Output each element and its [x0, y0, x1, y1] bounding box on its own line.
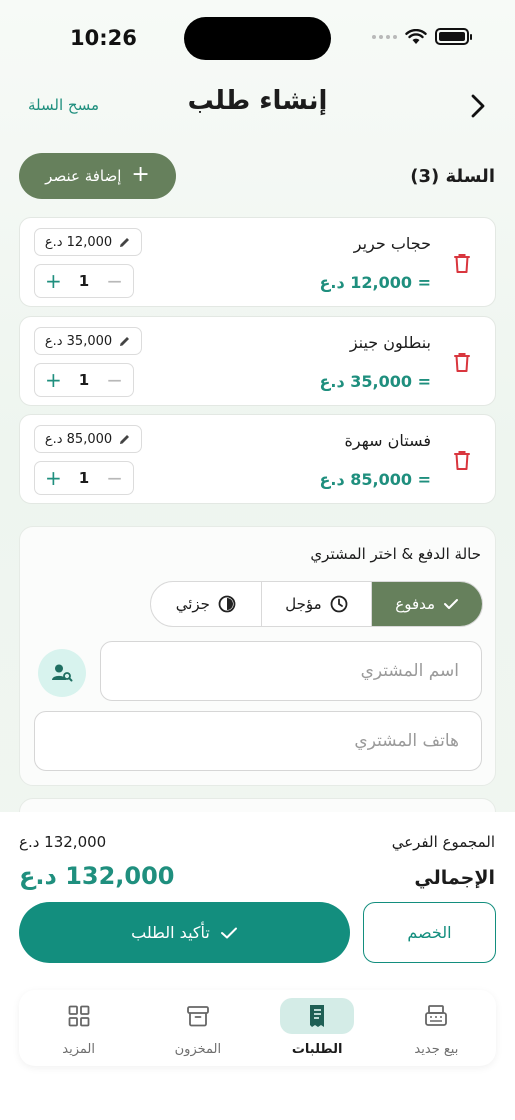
item-name: فستان سهرة — [344, 431, 431, 450]
quantity-stepper: + 1 − — [34, 363, 134, 397]
item-price-edit[interactable]: 12,000 د.ع — [34, 228, 142, 256]
item-price: 35,000 د.ع — [44, 333, 113, 349]
decrease-button[interactable]: − — [106, 368, 123, 392]
buyer-phone-input[interactable]: هاتف المشتري — [34, 711, 482, 771]
total-label: الإجمالي — [414, 867, 495, 889]
option-partial[interactable]: جزئي — [151, 582, 261, 626]
user-search-icon — [52, 664, 73, 682]
item-total: = 35,000 د.ع — [319, 372, 431, 391]
cart-item: فستان سهرة = 85,000 د.ع 85,000 د.ع + 1 − — [19, 414, 496, 504]
item-total: = 85,000 د.ع — [319, 470, 431, 489]
archive-box-icon — [186, 1006, 209, 1027]
decrease-button[interactable]: − — [106, 269, 123, 293]
increase-button[interactable]: + — [45, 368, 62, 392]
tab-inventory[interactable]: المخزون — [138, 990, 257, 1066]
option-deferred[interactable]: مؤجل — [260, 582, 372, 626]
decrease-button[interactable]: − — [106, 466, 123, 490]
quantity-value: 1 — [78, 371, 90, 389]
add-item-label: إضافة عنصر — [45, 167, 122, 185]
item-price-edit[interactable]: 35,000 د.ع — [34, 327, 142, 355]
add-item-button[interactable]: + إضافة عنصر — [19, 153, 176, 199]
item-total: = 12,000 د.ع — [319, 273, 431, 292]
option-label: جزئي — [175, 595, 210, 613]
payment-card: حالة الدفع & اختر المشتري مدفوع مؤجل جزئ… — [19, 526, 496, 786]
grid-icon — [68, 1005, 90, 1027]
tab-label: الطلبات — [291, 1042, 343, 1057]
plus-icon: + — [131, 162, 150, 187]
signal-icon — [372, 34, 397, 39]
tab-orders[interactable]: الطلبات — [258, 990, 377, 1066]
discount-button[interactable]: الخصم — [363, 902, 496, 963]
clock-icon — [330, 595, 348, 613]
summary-panel — [0, 812, 515, 1120]
chevron-right-icon[interactable] — [467, 93, 489, 119]
check-icon — [220, 927, 237, 938]
trash-icon[interactable] — [453, 351, 471, 373]
increase-button[interactable]: + — [45, 269, 62, 293]
increase-button[interactable]: + — [45, 466, 62, 490]
item-name: حجاب حرير — [353, 234, 431, 253]
quantity-stepper: + 1 − — [34, 264, 134, 298]
option-label: مدفوع — [395, 595, 436, 613]
payment-title: حالة الدفع & اختر المشتري — [310, 545, 481, 563]
quantity-value: 1 — [78, 272, 90, 290]
item-price: 85,000 د.ع — [44, 431, 113, 447]
buyer-search-button[interactable] — [38, 649, 86, 697]
cart-title: السلة (3) — [410, 166, 495, 187]
cart-item: حجاب حرير = 12,000 د.ع 12,000 د.ع + 1 − — [19, 217, 496, 307]
pencil-icon — [120, 434, 130, 444]
buyer-name-input[interactable]: اسم المشتري — [100, 641, 482, 701]
payment-status-segment: مدفوع مؤجل جزئي — [150, 581, 483, 627]
clear-cart-button[interactable]: مسح السلة — [28, 96, 99, 114]
option-paid[interactable]: مدفوع — [371, 582, 482, 626]
item-price-edit[interactable]: 85,000 د.ع — [34, 425, 142, 453]
status-time: 10:26 — [70, 26, 137, 50]
pencil-icon — [120, 336, 130, 346]
quantity-value: 1 — [78, 469, 90, 487]
item-name: بنطلون جينز — [349, 333, 431, 352]
tab-bar: بيع جديد الطلبات المخزون المزيد — [19, 990, 496, 1066]
tab-new-sale[interactable]: بيع جديد — [377, 990, 496, 1066]
quantity-stepper: + 1 − — [34, 461, 134, 495]
dynamic-island — [184, 17, 331, 60]
item-price: 12,000 د.ع — [44, 234, 113, 250]
confirm-order-label: تأكيد الطلب — [131, 923, 210, 942]
tab-label: بيع جديد — [414, 1042, 459, 1057]
tab-label: المزيد — [62, 1042, 95, 1057]
subtotal-label: المجموع الفرعي — [391, 833, 495, 851]
tab-more[interactable]: المزيد — [19, 990, 138, 1066]
battery-icon — [435, 28, 472, 45]
check-icon — [444, 599, 459, 609]
receipt-icon — [310, 1005, 325, 1027]
half-circle-icon — [218, 595, 236, 613]
pencil-icon — [120, 237, 130, 247]
wifi-icon — [405, 28, 427, 44]
cart-item: بنطلون جينز = 35,000 د.ع 35,000 د.ع + 1 … — [19, 316, 496, 406]
total-value: 132,000 د.ع — [19, 862, 175, 890]
trash-icon[interactable] — [453, 252, 471, 274]
option-label: مؤجل — [285, 595, 322, 613]
subtotal-value: 132,000 د.ع — [19, 833, 107, 851]
status-icons — [372, 28, 472, 45]
confirm-order-button[interactable]: تأكيد الطلب — [19, 902, 350, 963]
tab-label: المخزون — [174, 1042, 222, 1057]
cash-register-icon — [425, 1005, 448, 1026]
trash-icon[interactable] — [453, 449, 471, 471]
